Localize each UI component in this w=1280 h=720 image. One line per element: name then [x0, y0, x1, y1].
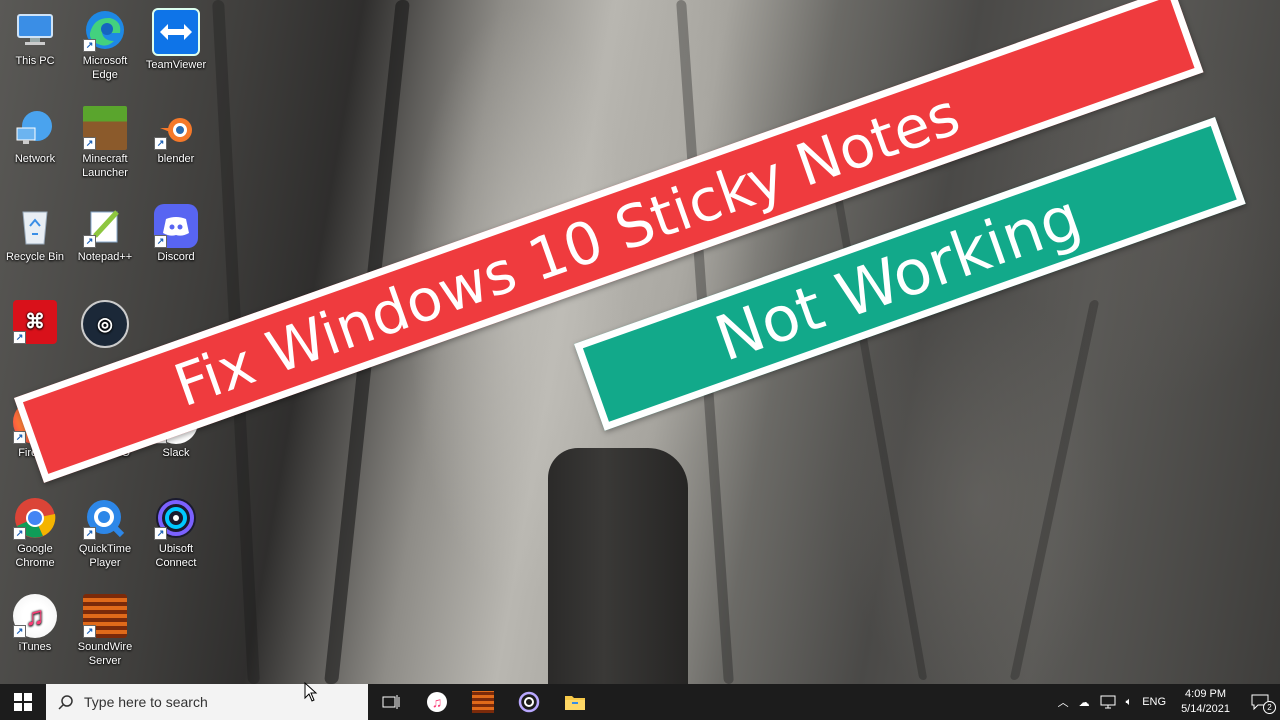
- desktop-icon-ubisoft-connect[interactable]: ↗ Ubisoft Connect: [141, 496, 211, 570]
- clock-date: 5/14/2021: [1181, 703, 1230, 715]
- task-view-icon: [382, 695, 400, 709]
- taskbar: Type here to search ♫ ︿ ☁ 🔈︎ ENG 4:09 PM…: [0, 684, 1280, 720]
- taskbar-ubisoft[interactable]: [506, 684, 552, 720]
- desktop-icon-microsoft-edge[interactable]: ↗ Microsoft Edge: [70, 8, 140, 82]
- network-icon: [13, 106, 57, 150]
- desktop-icon-label: Google Chrome: [15, 543, 55, 569]
- mouse-cursor-icon: [304, 682, 318, 702]
- desktop-icon-label: Network: [14, 153, 56, 165]
- speaker-icon: 🔈︎: [1125, 695, 1133, 708]
- desktop-icon-label: Microsoft Edge: [82, 55, 128, 81]
- desktop-icon-recycle-bin[interactable]: Recycle Bin: [0, 204, 70, 264]
- taskbar-file-explorer[interactable]: [552, 684, 598, 720]
- volume-button[interactable]: 🔈︎: [1121, 684, 1138, 720]
- notification-count-badge: 2: [1263, 701, 1276, 714]
- blender-icon: ↗: [154, 106, 198, 150]
- network-tray-icon: [1100, 695, 1116, 709]
- desktop-icon-label: SoundWire Server: [77, 641, 133, 667]
- desktop-icon-notepadplusplus[interactable]: ↗ Notepad++: [70, 204, 140, 264]
- search-icon: [58, 695, 73, 710]
- search-placeholder: Type here to search: [84, 694, 208, 710]
- desktop-icon-itunes[interactable]: ♫ ↗ iTunes: [0, 594, 70, 654]
- taskbar-soundwire[interactable]: [460, 684, 506, 720]
- network-button[interactable]: [1095, 684, 1121, 720]
- notepadplusplus-icon: ↗: [83, 204, 127, 248]
- teamviewer-icon: [152, 8, 200, 56]
- taskbar-itunes[interactable]: ♫: [414, 684, 460, 720]
- desktop-icon-label: Discord: [157, 251, 195, 263]
- desktop-icon-acrobat[interactable]: ⌘ ↗: [0, 300, 70, 346]
- desktop-icon-label: Recycle Bin: [5, 251, 65, 263]
- discord-icon: ↗: [154, 204, 198, 248]
- clock[interactable]: 4:09 PM 5/14/2021: [1171, 687, 1240, 717]
- desktop-icon-soundwire-server[interactable]: ↗ SoundWire Server: [70, 594, 140, 668]
- desktop-icon-label: Minecraft Launcher: [82, 153, 128, 179]
- soundwire-icon: ↗: [83, 594, 127, 638]
- language-indicator[interactable]: ENG: [1137, 684, 1171, 720]
- desktop-icon-this-pc[interactable]: This PC: [0, 8, 70, 68]
- recycle-bin-icon: [13, 204, 57, 248]
- desktop-icon-label: Notepad++: [77, 251, 133, 263]
- desktop-icon-label: TeamViewer: [145, 59, 207, 71]
- desktop-icon-label: Ubisoft Connect: [155, 543, 197, 569]
- chevron-up-icon: ︿: [1057, 697, 1069, 709]
- task-view-button[interactable]: [368, 684, 414, 720]
- desktop-icon-steam[interactable]: ◎: [70, 300, 140, 350]
- desktop-icon-teamviewer[interactable]: TeamViewer: [141, 8, 211, 72]
- steam-icon: ◎: [81, 300, 129, 348]
- quicktime-icon: ↗: [83, 496, 127, 540]
- desktop-icon-label: blender: [157, 153, 195, 165]
- show-hidden-icons-button[interactable]: ︿: [1053, 684, 1074, 720]
- computer-icon: [13, 8, 57, 52]
- windows-logo-icon: [14, 693, 32, 711]
- clock-time: 4:09 PM: [1185, 688, 1227, 700]
- chrome-icon: ↗: [13, 496, 57, 540]
- desktop-icon-label: iTunes: [18, 641, 52, 653]
- action-center-button[interactable]: 2: [1240, 684, 1280, 720]
- file-explorer-icon: [565, 696, 585, 710]
- desktop-icon-label: Slack: [162, 447, 190, 459]
- start-button[interactable]: [0, 684, 46, 720]
- acrobat-icon: ⌘ ↗: [13, 300, 57, 344]
- desktop-icon-network[interactable]: Network: [0, 106, 70, 166]
- itunes-icon: ♫ ↗: [13, 594, 57, 638]
- ubisoft-icon: ↗: [154, 496, 198, 540]
- minecraft-icon: ↗: [83, 106, 127, 150]
- system-tray: ︿ ☁ 🔈︎ ENG 4:09 PM 5/14/2021 2: [1053, 684, 1280, 720]
- ubisoft-icon: [518, 691, 540, 713]
- desktop-icon-blender[interactable]: ↗ blender: [141, 106, 211, 166]
- onedrive-button[interactable]: ☁: [1074, 684, 1095, 720]
- soundwire-icon: [472, 691, 494, 713]
- taskbar-search-box[interactable]: Type here to search: [46, 684, 368, 720]
- desktop-icon-label: This PC: [15, 55, 55, 67]
- desktop-icon-discord[interactable]: ↗ Discord: [141, 204, 211, 264]
- edge-icon: ↗: [83, 8, 127, 52]
- desktop-icon-quicktime[interactable]: ↗ QuickTime Player: [70, 496, 140, 570]
- itunes-icon: ♫: [427, 692, 447, 712]
- desktop-icon-label: QuickTime Player: [78, 543, 132, 569]
- cloud-icon: ☁: [1078, 696, 1090, 709]
- desktop-icon-minecraft-launcher[interactable]: ↗ Minecraft Launcher: [70, 106, 140, 180]
- desktop-icon-google-chrome[interactable]: ↗ Google Chrome: [0, 496, 70, 570]
